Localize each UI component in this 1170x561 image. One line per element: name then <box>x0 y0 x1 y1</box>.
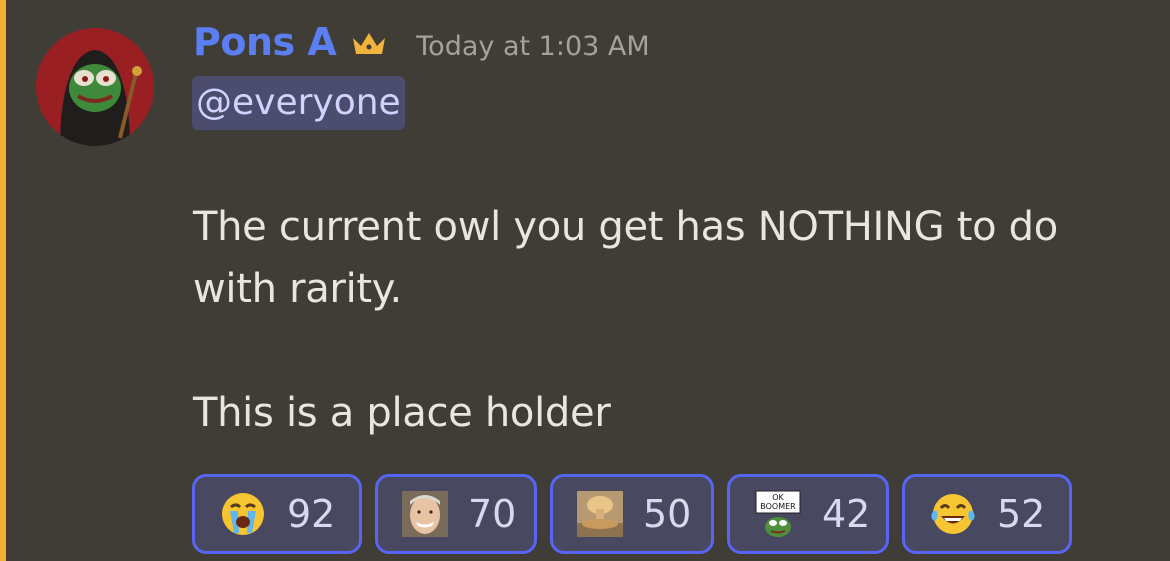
svg-text:BOOMER: BOOMER <box>760 502 796 511</box>
message-header: Pons A Today at 1:03 AM <box>193 18 650 66</box>
hide-the-pain-harold-icon <box>402 490 448 538</box>
avatar[interactable] <box>36 28 154 146</box>
reactions-bar: 92 70 50 OK BOOMER 42 52 <box>192 474 1072 554</box>
reaction-crying[interactable]: 92 <box>192 474 362 554</box>
explosion-icon <box>577 490 623 538</box>
ok-boomer-pepe-icon: OK BOOMER <box>754 490 802 538</box>
reaction-count: 50 <box>643 492 692 536</box>
reaction-ok-boomer[interactable]: OK BOOMER 42 <box>727 474 889 554</box>
message-text-line-2: with rarity. <box>193 266 402 312</box>
reaction-count: 70 <box>468 492 517 536</box>
reaction-count: 52 <box>997 492 1046 536</box>
message-text-line-1: The current owl you get has NOTHING to d… <box>193 204 1058 250</box>
message-text-line-3: This is a place holder <box>193 390 611 436</box>
message-timestamp[interactable]: Today at 1:03 AM <box>416 31 649 62</box>
reaction-count: 42 <box>822 492 871 536</box>
crown-icon <box>350 30 388 58</box>
mention-highlight-bar <box>0 0 6 561</box>
reaction-harold[interactable]: 70 <box>375 474 537 554</box>
svg-text:OK: OK <box>772 493 784 502</box>
everyone-mention[interactable]: @everyone <box>192 76 405 130</box>
reaction-explosion[interactable]: 50 <box>550 474 714 554</box>
tears-of-joy-face-icon <box>929 490 977 538</box>
reaction-count: 92 <box>287 492 336 536</box>
reaction-tears-of-joy[interactable]: 52 <box>902 474 1072 554</box>
loudly-crying-face-icon <box>219 490 267 538</box>
author-name[interactable]: Pons A <box>193 20 337 64</box>
